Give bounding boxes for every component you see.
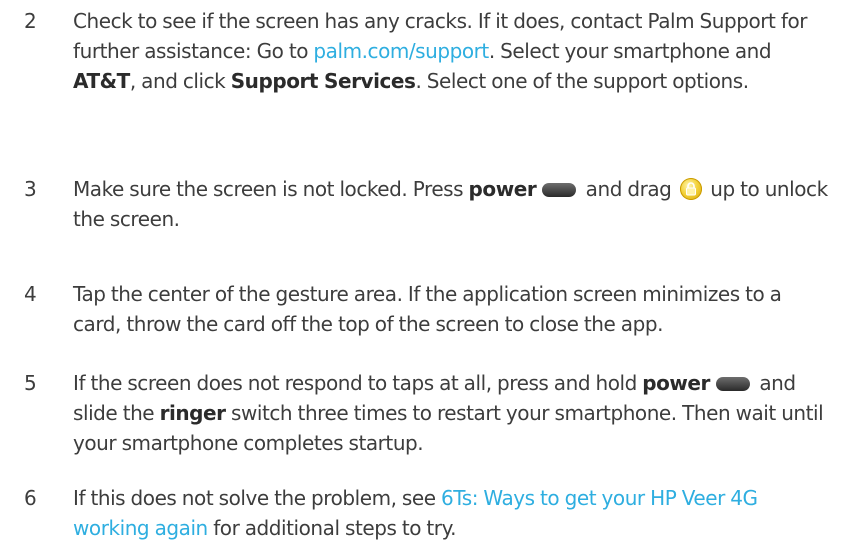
step-number: 4 <box>24 282 37 306</box>
power-key-label: power <box>642 371 710 395</box>
carrier-name: AT&T <box>73 69 130 93</box>
step-text-part: for additional steps to try. <box>207 516 457 540</box>
step-text: Make sure the screen is not locked. Pres… <box>73 174 833 234</box>
step-text-part: , and click <box>129 69 231 93</box>
palm-support-link[interactable]: palm.com/support <box>313 39 489 63</box>
power-key-label: power <box>468 177 537 201</box>
step-text: If the screen does not respond to taps a… <box>73 368 833 458</box>
step-number: 2 <box>24 9 37 33</box>
power-button-icon <box>715 377 750 391</box>
step-number: 3 <box>24 177 37 201</box>
step-text-part: and drag <box>580 177 677 201</box>
step-text-part: . Select your smartphone and <box>488 39 772 63</box>
step-text-part: . Select one of the support options. <box>415 69 749 93</box>
step-text: Tap the center of the gesture area. If t… <box>73 282 782 336</box>
support-services-label: Support Services <box>230 69 416 93</box>
ringer-switch-label: ringer <box>159 401 226 425</box>
power-button-icon <box>542 183 577 197</box>
step-number: 5 <box>24 371 37 395</box>
unlock-drag-icon <box>679 178 702 200</box>
step-text-part: If this does not solve the problem, see <box>73 486 442 510</box>
step-text-part: Make sure the screen is not locked. Pres… <box>73 177 469 201</box>
step-number: 6 <box>24 486 37 510</box>
step-text: Check to see if the screen has any crack… <box>73 6 833 96</box>
step-text-part: If the screen does not respond to taps a… <box>73 371 643 395</box>
step-text: If this does not solve the problem, see … <box>73 483 833 543</box>
